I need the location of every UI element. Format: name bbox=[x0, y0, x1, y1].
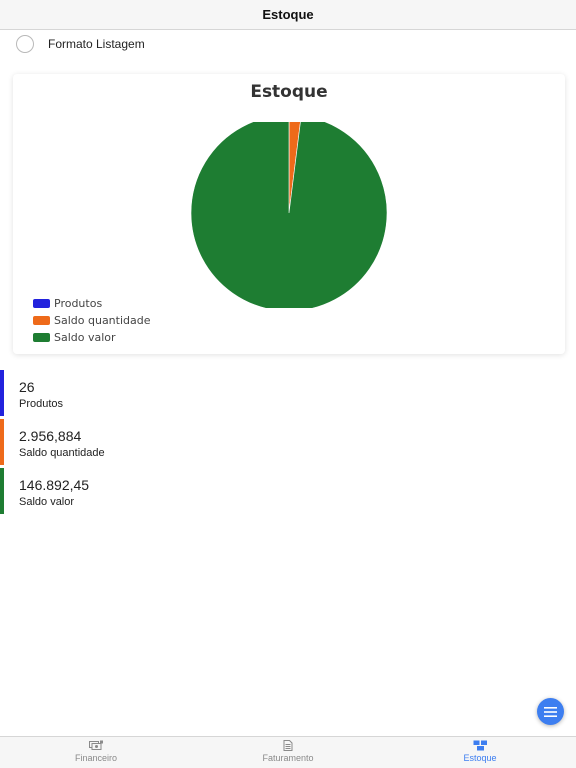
stat-value: 146.892,45 bbox=[19, 477, 90, 493]
stat-label: Saldo quantidade bbox=[19, 447, 105, 459]
legend-label: Produtos bbox=[54, 297, 103, 310]
legend-item-saldo-valor[interactable]: Saldo valor bbox=[33, 329, 151, 346]
pie-slice-saldo-valor[interactable] bbox=[190, 122, 388, 308]
stat-value: 26 bbox=[19, 379, 35, 395]
legend-label: Saldo valor bbox=[54, 331, 116, 344]
bottom-tab-bar: Financeiro Faturamento Estoque bbox=[0, 736, 576, 768]
money-icon bbox=[88, 740, 104, 751]
tab-faturamento[interactable]: Faturamento bbox=[192, 737, 384, 768]
app-header: Estoque bbox=[0, 0, 576, 30]
chart-title: Estoque bbox=[250, 82, 328, 102]
list-format-label: Formato Listagem bbox=[48, 37, 145, 51]
legend-label: Saldo quantidade bbox=[54, 314, 151, 327]
menu-fab-button[interactable] bbox=[537, 698, 564, 725]
stat-produtos: 26 Produtos bbox=[0, 370, 576, 416]
legend-swatch-saldo-valor bbox=[33, 333, 50, 342]
tab-estoque[interactable]: Estoque bbox=[384, 737, 576, 768]
stat-saldo-quantidade: 2.956,884 Saldo quantidade bbox=[0, 419, 576, 465]
page-title: Estoque bbox=[262, 7, 314, 22]
legend-swatch-produtos bbox=[33, 299, 50, 308]
stock-chart-card: Estoque Produtos Saldo quantidade Saldo … bbox=[13, 74, 565, 354]
legend-item-saldo-quantidade[interactable]: Saldo quantidade bbox=[33, 312, 151, 329]
stat-label: Produtos bbox=[19, 398, 64, 410]
tab-label: Estoque bbox=[463, 753, 497, 763]
tab-financeiro[interactable]: Financeiro bbox=[0, 737, 192, 768]
list-format-radio[interactable] bbox=[16, 35, 34, 53]
tab-label: Financeiro bbox=[74, 753, 118, 763]
chart-legend: Produtos Saldo quantidade Saldo valor bbox=[33, 295, 151, 346]
menu-icon bbox=[544, 706, 557, 717]
stat-saldo-valor: 146.892,45 Saldo valor bbox=[0, 468, 576, 514]
stats-list: 26 Produtos 2.956,884 Saldo quantidade 1… bbox=[0, 370, 576, 517]
document-icon bbox=[283, 740, 293, 751]
list-format-toggle[interactable]: Formato Listagem bbox=[16, 34, 145, 54]
tab-label: Faturamento bbox=[262, 753, 314, 763]
boxes-icon bbox=[473, 740, 488, 751]
stat-label: Saldo valor bbox=[19, 496, 75, 508]
legend-swatch-saldo-quantidade bbox=[33, 316, 50, 325]
stock-pie-chart bbox=[190, 122, 388, 308]
stat-value: 2.956,884 bbox=[19, 428, 82, 444]
legend-item-produtos[interactable]: Produtos bbox=[33, 295, 151, 312]
